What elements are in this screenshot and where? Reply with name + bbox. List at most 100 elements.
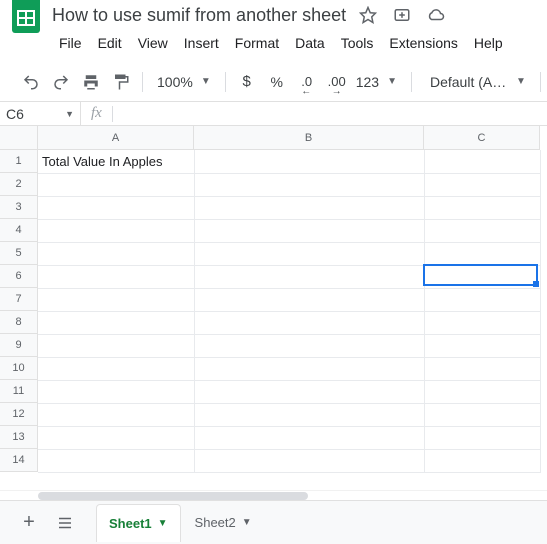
menu-insert[interactable]: Insert xyxy=(177,33,226,53)
chevron-down-icon[interactable]: ▼ xyxy=(199,76,217,87)
cell[interactable] xyxy=(194,242,424,265)
move-icon[interactable] xyxy=(392,5,412,25)
chevron-down-icon[interactable]: ▼ xyxy=(514,76,532,87)
cell[interactable] xyxy=(194,150,424,173)
menu-extensions[interactable]: Extensions xyxy=(382,33,464,53)
star-icon[interactable] xyxy=(358,5,378,25)
cell[interactable] xyxy=(424,380,540,403)
sheets-logo[interactable] xyxy=(8,0,44,33)
cell[interactable] xyxy=(424,357,540,380)
row-header[interactable]: 3 xyxy=(0,196,38,219)
cell[interactable] xyxy=(424,288,540,311)
cell[interactable] xyxy=(194,288,424,311)
row-header[interactable]: 9 xyxy=(0,334,38,357)
cell[interactable] xyxy=(38,242,194,265)
cell[interactable] xyxy=(38,288,194,311)
font-selector[interactable]: Default (Ari... xyxy=(420,74,510,90)
row-header[interactable]: 6 xyxy=(0,265,38,288)
cell[interactable] xyxy=(38,403,194,426)
cell[interactable] xyxy=(194,449,424,472)
cell[interactable] xyxy=(38,265,194,288)
column-header[interactable]: C xyxy=(424,126,540,150)
cell[interactable] xyxy=(194,196,424,219)
zoom-selector[interactable]: 100% xyxy=(151,74,195,90)
row-header[interactable]: 5 xyxy=(0,242,38,265)
cell[interactable] xyxy=(194,334,424,357)
row-header[interactable]: 11 xyxy=(0,380,38,403)
cell[interactable] xyxy=(38,380,194,403)
cell[interactable] xyxy=(194,311,424,334)
doc-title[interactable]: How to use sumif from another sheet xyxy=(52,5,346,26)
menu-format[interactable]: Format xyxy=(228,33,286,53)
cell[interactable] xyxy=(424,334,540,357)
cell[interactable] xyxy=(424,403,540,426)
row-header[interactable]: 10 xyxy=(0,357,38,380)
menu-tools[interactable]: Tools xyxy=(334,33,381,53)
undo-button[interactable] xyxy=(18,69,44,95)
add-sheet-button[interactable]: + xyxy=(14,508,44,538)
cell[interactable] xyxy=(194,380,424,403)
toolbar: 100% ▼ $ % .0← .00→ 123 ▼ Default (Ari..… xyxy=(0,62,547,102)
chevron-down-icon[interactable]: ▼ xyxy=(158,518,168,529)
print-button[interactable] xyxy=(78,69,104,95)
cell[interactable]: Total Value In Apples xyxy=(38,150,194,173)
scrollbar-thumb[interactable] xyxy=(38,492,308,500)
chevron-down-icon[interactable]: ▼ xyxy=(242,517,252,528)
number-format-button[interactable]: 123 xyxy=(354,69,381,95)
name-box[interactable]: C6 ▼ xyxy=(0,106,80,122)
paint-format-button[interactable] xyxy=(108,69,134,95)
cell[interactable] xyxy=(38,449,194,472)
cell[interactable] xyxy=(424,242,540,265)
chevron-down-icon[interactable]: ▼ xyxy=(385,76,403,87)
cell[interactable] xyxy=(424,265,540,288)
cell[interactable] xyxy=(424,196,540,219)
cell[interactable] xyxy=(38,426,194,449)
menu-file[interactable]: File xyxy=(52,33,89,53)
cell[interactable] xyxy=(38,357,194,380)
spreadsheet-grid[interactable]: ABC 1234567891011121314 Total Value In A… xyxy=(0,126,547,490)
row-header[interactable]: 2 xyxy=(0,173,38,196)
all-sheets-button[interactable] xyxy=(50,508,80,538)
cell[interactable] xyxy=(38,334,194,357)
cell[interactable] xyxy=(424,449,540,472)
select-all-corner[interactable] xyxy=(0,126,38,150)
column-header[interactable]: A xyxy=(38,126,194,150)
row-header[interactable]: 7 xyxy=(0,288,38,311)
menu-view[interactable]: View xyxy=(131,33,175,53)
cell[interactable] xyxy=(424,150,540,173)
cell[interactable] xyxy=(194,173,424,196)
cell[interactable] xyxy=(194,426,424,449)
cell[interactable] xyxy=(424,311,540,334)
redo-button[interactable] xyxy=(48,69,74,95)
cell[interactable] xyxy=(194,403,424,426)
increase-decimal-button[interactable]: .00→ xyxy=(324,69,350,95)
row-header[interactable]: 4 xyxy=(0,219,38,242)
row-header[interactable]: 1 xyxy=(0,150,38,173)
cell[interactable] xyxy=(194,265,424,288)
cloud-status-icon[interactable] xyxy=(426,5,446,25)
cell[interactable] xyxy=(424,173,540,196)
row-header[interactable]: 13 xyxy=(0,426,38,449)
cell[interactable] xyxy=(424,426,540,449)
sheet-tab[interactable]: Sheet2▼ xyxy=(183,504,264,542)
row-header[interactable]: 8 xyxy=(0,311,38,334)
horizontal-scrollbar[interactable] xyxy=(0,490,547,500)
row-header[interactable]: 12 xyxy=(0,403,38,426)
cell[interactable] xyxy=(194,357,424,380)
sheet-tab[interactable]: Sheet1▼ xyxy=(96,504,181,542)
percent-button[interactable]: % xyxy=(264,69,290,95)
cell[interactable] xyxy=(38,219,194,242)
menu-help[interactable]: Help xyxy=(467,33,510,53)
cell[interactable] xyxy=(194,219,424,242)
formula-input[interactable] xyxy=(119,102,547,125)
cell[interactable] xyxy=(38,173,194,196)
cell[interactable] xyxy=(38,311,194,334)
decrease-decimal-button[interactable]: .0← xyxy=(294,69,320,95)
menu-edit[interactable]: Edit xyxy=(91,33,129,53)
menu-data[interactable]: Data xyxy=(288,33,332,53)
currency-button[interactable]: $ xyxy=(234,69,260,95)
cell[interactable] xyxy=(38,196,194,219)
cell[interactable] xyxy=(424,219,540,242)
row-header[interactable]: 14 xyxy=(0,449,38,472)
column-header[interactable]: B xyxy=(194,126,424,150)
